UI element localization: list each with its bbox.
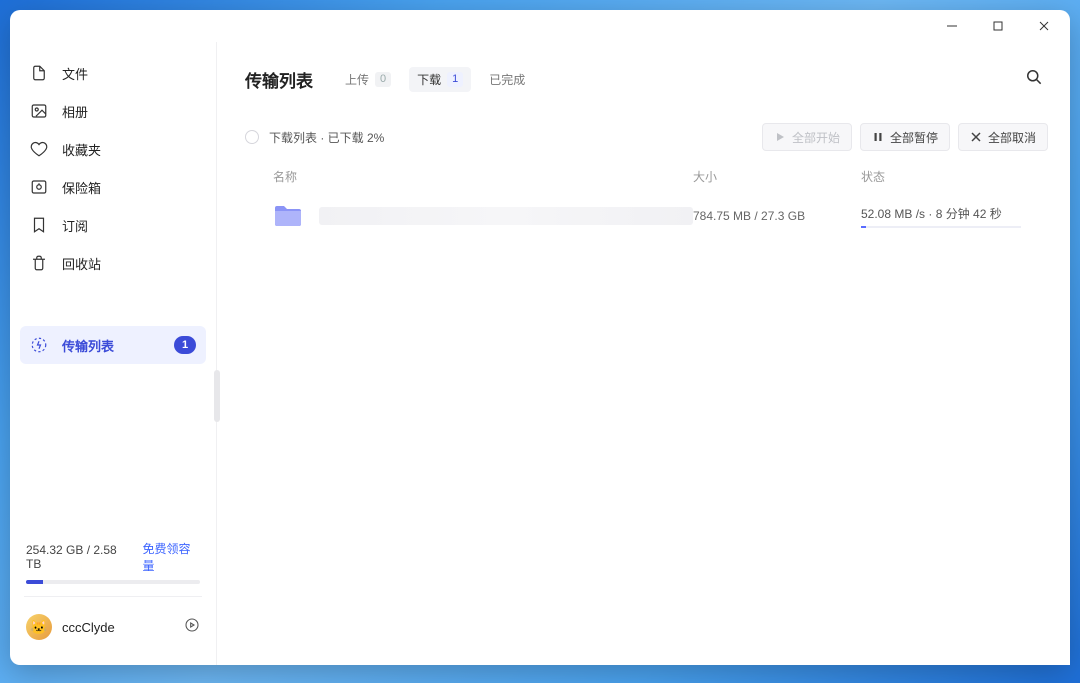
transfer-state: 52.08 MB /s · 8 分钟 42 秒 xyxy=(861,205,1048,228)
settings-icon[interactable] xyxy=(184,617,200,638)
sidebar-item-safe[interactable]: 保险箱 xyxy=(20,168,206,206)
col-header-name: 名称 xyxy=(273,168,693,185)
storage-text: 254.32 GB / 2.58 TB xyxy=(26,543,131,571)
lightning-icon xyxy=(30,336,48,354)
sidebar-item-label: 收藏夹 xyxy=(62,140,101,159)
transfer-speed-eta: 52.08 MB /s · 8 分钟 42 秒 xyxy=(861,205,1048,222)
bookmark-icon xyxy=(30,216,48,234)
col-header-state: 状态 xyxy=(861,168,1048,185)
pause-icon xyxy=(872,131,884,143)
sidebar-item-favorites[interactable]: 收藏夹 xyxy=(20,130,206,168)
button-label: 全部取消 xyxy=(988,129,1036,146)
transfer-size: 784.75 MB / 27.3 GB xyxy=(693,209,861,223)
cancel-all-button[interactable]: 全部取消 xyxy=(958,123,1048,151)
sidebar-item-label: 传输列表 xyxy=(62,336,114,355)
window-maximize-button[interactable] xyxy=(976,12,1020,40)
transfer-progress-bar xyxy=(861,226,1021,228)
sidebar-item-label: 相册 xyxy=(62,102,88,121)
sidebar-item-label: 回收站 xyxy=(62,254,101,273)
tab-upload-count: 0 xyxy=(375,72,391,87)
sidebar-item-label: 保险箱 xyxy=(62,178,101,197)
transfer-count-badge: 1 xyxy=(174,336,196,354)
tab-done[interactable]: 已完成 xyxy=(481,67,533,92)
transfer-row[interactable]: 784.75 MB / 27.3 GB 52.08 MB /s · 8 分钟 4… xyxy=(245,195,1048,237)
sidebar-item-transfer[interactable]: 传输列表 1 xyxy=(20,326,206,364)
image-icon xyxy=(30,102,48,120)
start-all-button[interactable]: 全部开始 xyxy=(762,123,852,151)
tabbar: 上传 0 下载 1 已完成 xyxy=(337,67,533,92)
sidebar-item-trash[interactable]: 回收站 xyxy=(20,244,206,282)
button-label: 全部开始 xyxy=(792,129,840,146)
safe-icon xyxy=(30,178,48,196)
heart-icon xyxy=(30,140,48,158)
sidebar-item-subscribe[interactable]: 订阅 xyxy=(20,206,206,244)
tab-download[interactable]: 下载 1 xyxy=(409,67,471,92)
sidebar-resize-handle[interactable] xyxy=(214,370,220,422)
storage-bar xyxy=(26,580,200,584)
download-status-text: 下载列表 · 已下载 2% xyxy=(269,129,384,146)
avatar: 🐱 xyxy=(26,614,52,640)
sidebar-item-label: 文件 xyxy=(62,64,88,83)
close-icon xyxy=(970,131,982,143)
sidebar-item-label: 订阅 xyxy=(62,216,88,235)
play-icon xyxy=(774,131,786,143)
sidebar: 文件 相册 收藏夹 保险箱 订阅 xyxy=(10,42,216,665)
app-window: 文件 相册 收藏夹 保险箱 订阅 xyxy=(10,10,1070,665)
tab-download-count: 1 xyxy=(447,72,463,87)
window-titlebar xyxy=(10,10,1070,42)
page-title: 传输列表 xyxy=(245,67,313,92)
progress-ring-icon xyxy=(245,130,259,144)
storage-free-link[interactable]: 免费领容量 xyxy=(143,540,200,574)
storage-meter: 254.32 GB / 2.58 TB 免费领容量 xyxy=(10,532,216,596)
trash-icon xyxy=(30,254,48,272)
button-label: 全部暂停 xyxy=(890,129,938,146)
tab-label: 已完成 xyxy=(489,71,525,88)
transfer-filename-redacted xyxy=(319,207,693,225)
tab-upload[interactable]: 上传 0 xyxy=(337,67,399,92)
main-panel: 传输列表 上传 0 下载 1 已完成 xyxy=(216,42,1070,665)
table-header: 名称 大小 状态 xyxy=(245,154,1048,195)
account-area[interactable]: 🐱 cccClyde xyxy=(10,597,216,657)
search-icon[interactable] xyxy=(1020,63,1048,96)
sidebar-item-files[interactable]: 文件 xyxy=(20,54,206,92)
folder-icon xyxy=(273,203,303,229)
col-header-size: 大小 xyxy=(693,168,861,185)
window-close-button[interactable] xyxy=(1022,12,1066,40)
pause-all-button[interactable]: 全部暂停 xyxy=(860,123,950,151)
tab-label: 下载 xyxy=(417,71,441,88)
sidebar-item-photos[interactable]: 相册 xyxy=(20,92,206,130)
tab-label: 上传 xyxy=(345,71,369,88)
window-minimize-button[interactable] xyxy=(930,12,974,40)
account-name: cccClyde xyxy=(62,620,115,635)
file-icon xyxy=(30,64,48,82)
